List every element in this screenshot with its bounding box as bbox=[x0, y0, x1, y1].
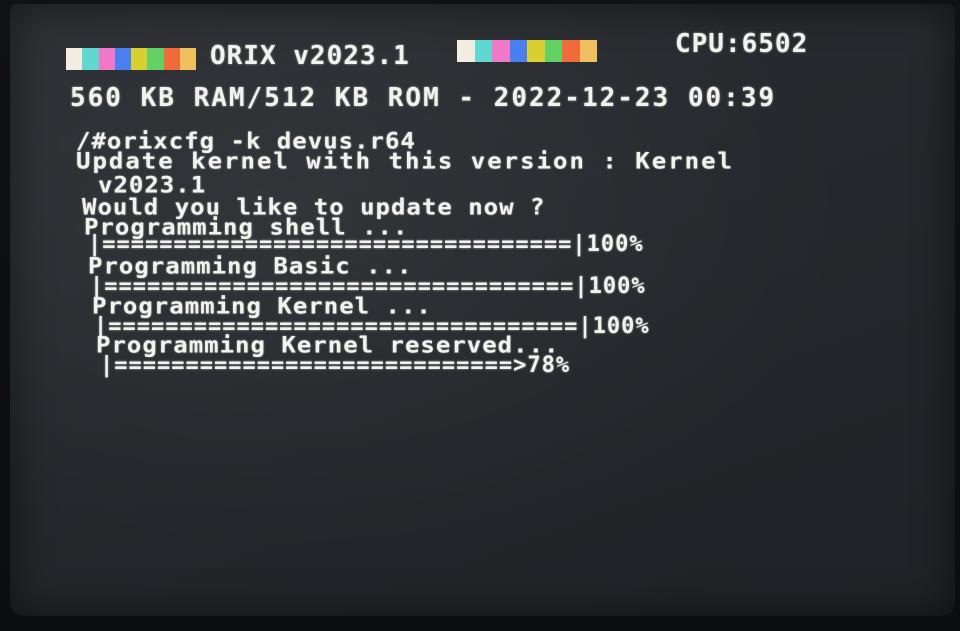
cpu-label: CPU:6502 bbox=[675, 29, 809, 59]
stripe-segment bbox=[562, 40, 580, 62]
stripe-segment bbox=[147, 48, 164, 70]
output-update: Update kernel with this version : Kernel bbox=[76, 148, 734, 175]
stripe-segment bbox=[544, 40, 562, 62]
os-title: ORIX v2023.1 bbox=[210, 41, 410, 71]
stripe-segment bbox=[114, 48, 131, 70]
progress-bar-kernel-reserved: |============================>78% bbox=[100, 353, 571, 378]
stripe-segment bbox=[131, 48, 148, 70]
output-version: v2023.1 bbox=[98, 172, 207, 199]
stripe-segment bbox=[579, 40, 597, 62]
progress-bar-shell: |=================================|100% bbox=[88, 232, 644, 257]
stripe-segment bbox=[98, 48, 115, 70]
stripe-segment bbox=[66, 48, 83, 70]
stripe-segment bbox=[492, 40, 510, 62]
system-info: 560 KB RAM/512 KB ROM - 2022-12-23 00:39 bbox=[70, 83, 777, 113]
stripe-segment bbox=[179, 48, 196, 70]
stripe-segment bbox=[509, 40, 527, 62]
stripe-segment bbox=[163, 48, 180, 70]
color-stripe-left bbox=[66, 48, 196, 70]
stripe-segment bbox=[457, 40, 475, 62]
stripe-segment bbox=[474, 40, 492, 62]
crt-screen: ORIX v2023.1 CPU:6502 560 KB RAM/512 KB … bbox=[10, 4, 955, 616]
color-stripe-right bbox=[457, 40, 597, 62]
stripe-segment bbox=[82, 48, 99, 70]
stripe-segment bbox=[527, 40, 545, 62]
